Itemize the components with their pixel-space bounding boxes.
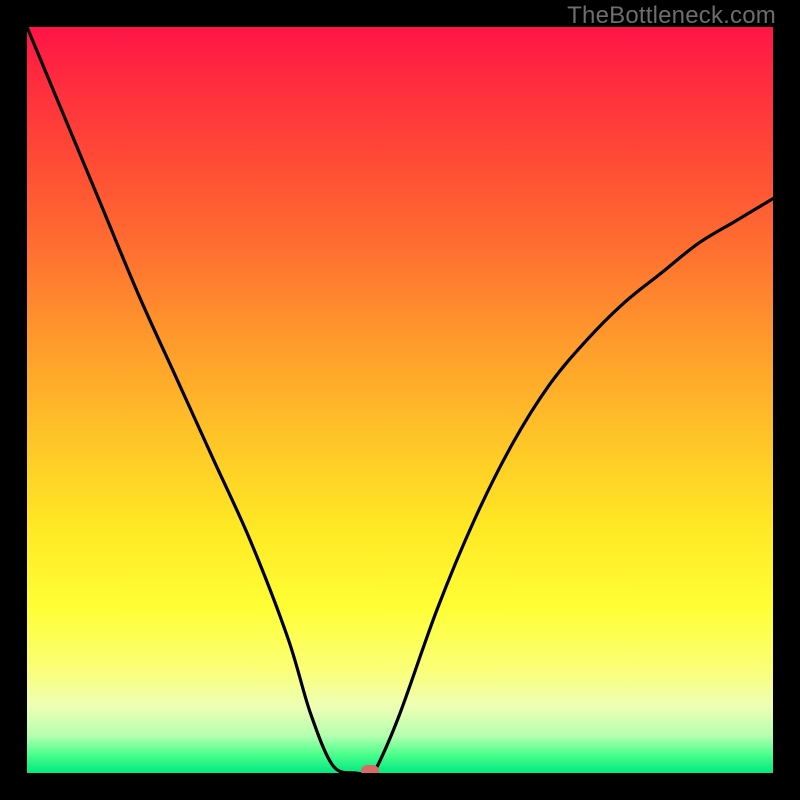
optimal-point-marker [361, 765, 379, 773]
bottleneck-curve [27, 27, 773, 773]
chart-plot-area [27, 27, 773, 773]
watermark-text: TheBottleneck.com [567, 2, 776, 30]
